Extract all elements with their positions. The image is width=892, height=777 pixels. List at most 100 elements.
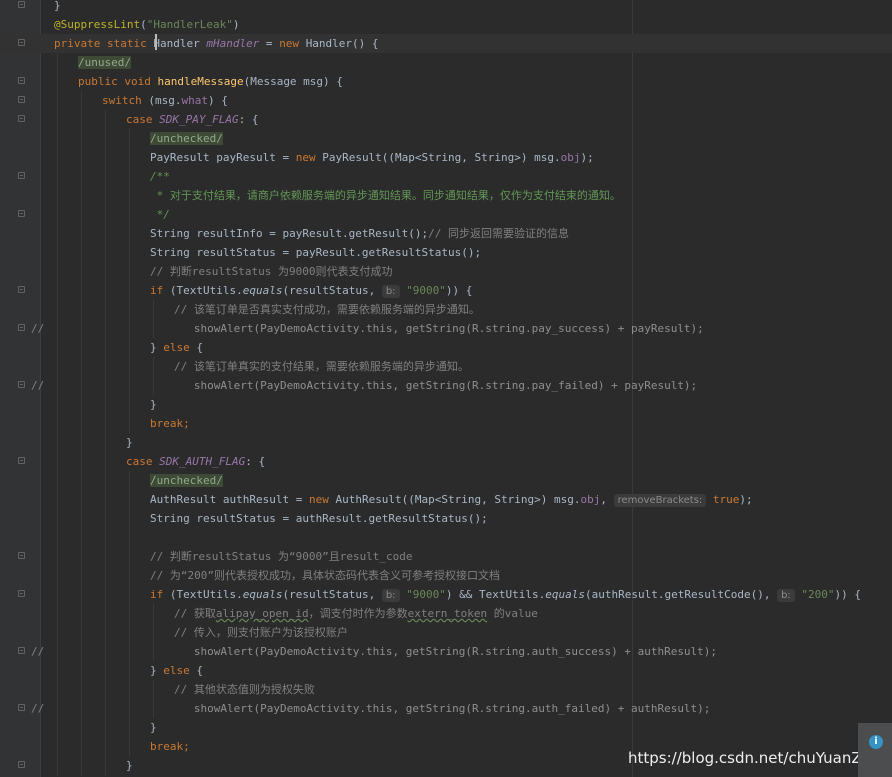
code-line[interactable]: } else { [0, 661, 892, 680]
indent-guide [105, 566, 106, 585]
fold-toggle-icon[interactable] [18, 647, 25, 654]
code-text: } else { [150, 338, 203, 357]
indent-guide [105, 338, 106, 357]
code-token: 对于支付结果，请商户依赖服务端的异步通知结果。同步通知结果，仅作为支付结束的通知… [169, 189, 621, 202]
indent-guide [153, 623, 154, 642]
code-token: else [163, 664, 197, 677]
indent-guide [105, 167, 106, 186]
fold-toggle-icon[interactable] [18, 457, 25, 464]
code-token: // 同步返回需要验证的信息 [428, 227, 570, 240]
fold-toggle-icon[interactable] [18, 77, 25, 84]
code-line[interactable]: switch (msg.what) { [0, 91, 892, 110]
code-token: ) && TextUtils. [445, 588, 546, 601]
code-line[interactable]: private static Handler mHandler = new Ha… [0, 34, 892, 53]
code-line[interactable]: // showAlert(PayDemoActivity.this, getSt… [0, 699, 892, 718]
code-line[interactable]: */ [0, 205, 892, 224]
code-line[interactable]: // 其他状态值则为授权失败 [0, 680, 892, 699]
code-line[interactable]: public void handleMessage(Message msg) { [0, 72, 892, 91]
code-line[interactable]: String resultStatus = payResult.getResul… [0, 243, 892, 262]
fold-toggle-icon[interactable] [18, 172, 25, 179]
fold-toggle-icon[interactable] [18, 1, 25, 8]
fold-toggle-icon[interactable] [18, 324, 25, 331]
code-line[interactable] [0, 528, 892, 547]
code-line[interactable]: } [0, 0, 892, 15]
fold-toggle-icon[interactable] [18, 552, 25, 559]
code-line[interactable]: /unchecked/ [0, 129, 892, 148]
code-token: )) { [445, 284, 473, 297]
code-line[interactable]: * 对于支付结果，请商户依赖服务端的异步通知结果。同步通知结果，仅作为支付结束的… [0, 186, 892, 205]
code-line[interactable]: /** [0, 167, 892, 186]
indent-guide [105, 661, 106, 680]
code-line[interactable]: case SDK_PAY_FLAG: { [0, 110, 892, 129]
fold-toggle-icon[interactable] [18, 210, 25, 217]
code-line[interactable]: String resultInfo = payResult.getResult(… [0, 224, 892, 243]
indent-guide [105, 129, 106, 148]
fold-toggle-icon[interactable] [18, 381, 25, 388]
fold-toggle-icon[interactable] [18, 761, 25, 768]
code-token: (resultStatus, [282, 284, 382, 297]
code-line[interactable]: if (TextUtils.equals(resultStatus, b: "9… [0, 281, 892, 300]
info-icon[interactable]: i [869, 735, 883, 749]
indent-guide [57, 167, 58, 186]
line-comment-marker: // [31, 645, 45, 658]
indent-guide [129, 547, 130, 566]
indent-guide [57, 528, 58, 547]
code-line[interactable]: // showAlert(PayDemoActivity.this, getSt… [0, 376, 892, 395]
code-line[interactable]: // showAlert(PayDemoActivity.this, getSt… [0, 319, 892, 338]
code-text: @SuppressLint("HandlerLeak") [54, 15, 239, 34]
indent-guide [81, 205, 82, 224]
code-line[interactable]: } [0, 718, 892, 737]
fold-toggle-icon[interactable] [18, 286, 25, 293]
code-token: } [150, 341, 164, 354]
code-line[interactable]: // 传入，则支付账户为该授权账户 [0, 623, 892, 642]
code-line[interactable]: // 该笔订单真实的支付结果，需要依赖服务端的异步通知。 [0, 357, 892, 376]
indent-guide [105, 319, 106, 338]
code-line[interactable]: /unchecked/ [0, 471, 892, 490]
code-line[interactable]: AuthResult authResult = new AuthResult((… [0, 490, 892, 509]
fold-toggle-icon[interactable] [18, 590, 25, 597]
code-line[interactable]: /unused/ [0, 53, 892, 72]
code-line[interactable]: case SDK_AUTH_FLAG: { [0, 452, 892, 471]
indent-guide [81, 186, 82, 205]
fold-toggle-icon[interactable] [18, 704, 25, 711]
indent-guide [81, 300, 82, 319]
indent-guide [105, 490, 106, 509]
fold-toggle-icon[interactable] [18, 39, 25, 46]
line-comment-marker: // [31, 702, 45, 715]
code-token: AuthResult((Map<String, String>) msg. [335, 493, 581, 506]
code-line[interactable]: // 获取alipay_open_id，调支付时作为参数extern_token… [0, 604, 892, 623]
code-token: if [150, 284, 170, 297]
indent-guide [81, 167, 82, 186]
indent-guide [81, 680, 82, 699]
code-line[interactable]: @SuppressLint("HandlerLeak") [0, 15, 892, 34]
code-text: // 判断resultStatus 为“9000”且result_code [150, 547, 413, 566]
code-line[interactable]: // showAlert(PayDemoActivity.this, getSt… [0, 642, 892, 661]
code-token: handleMessage [157, 75, 244, 88]
code-line[interactable]: } [0, 395, 892, 414]
code-line[interactable]: if (TextUtils.equals(resultStatus, b: "9… [0, 585, 892, 604]
code-token: /unused/ [78, 56, 131, 69]
code-line[interactable]: } [0, 433, 892, 452]
code-line[interactable]: } else { [0, 338, 892, 357]
indent-guide [105, 300, 106, 319]
code-line[interactable]: // 该笔订单是否真实支付成功，需要依赖服务端的异步通知。 [0, 300, 892, 319]
code-text: } [126, 756, 133, 775]
fold-toggle-icon[interactable] [18, 115, 25, 122]
code-token: // 获取 [174, 607, 216, 620]
code-token: showAlert(PayDemoActivity.this, getStrin… [174, 702, 711, 715]
code-line[interactable]: String resultStatus = authResult.getResu… [0, 509, 892, 528]
indent-guide [153, 376, 154, 395]
code-line[interactable]: // 判断resultStatus 为9000则代表支付成功 [0, 262, 892, 281]
code-token: case [126, 455, 160, 468]
indent-guide [105, 471, 106, 490]
indent-guide [57, 319, 58, 338]
code-editor[interactable]: } @SuppressLint("HandlerLeak") private sta… [0, 0, 892, 777]
code-line[interactable]: // 为“200”则代表授权成功，具体状态码代表含义可参考授权接口文档 [0, 566, 892, 585]
code-line[interactable]: PayResult payResult = new PayResult((Map… [0, 148, 892, 167]
indent-guide [105, 281, 106, 300]
fold-toggle-icon[interactable] [18, 96, 25, 103]
code-line[interactable]: // 判断resultStatus 为“9000”且result_code [0, 547, 892, 566]
code-text: // 该笔订单真实的支付结果，需要依赖服务端的异步通知。 [174, 357, 469, 376]
code-line[interactable]: break; [0, 414, 892, 433]
notification-popup[interactable]: i [858, 723, 892, 777]
